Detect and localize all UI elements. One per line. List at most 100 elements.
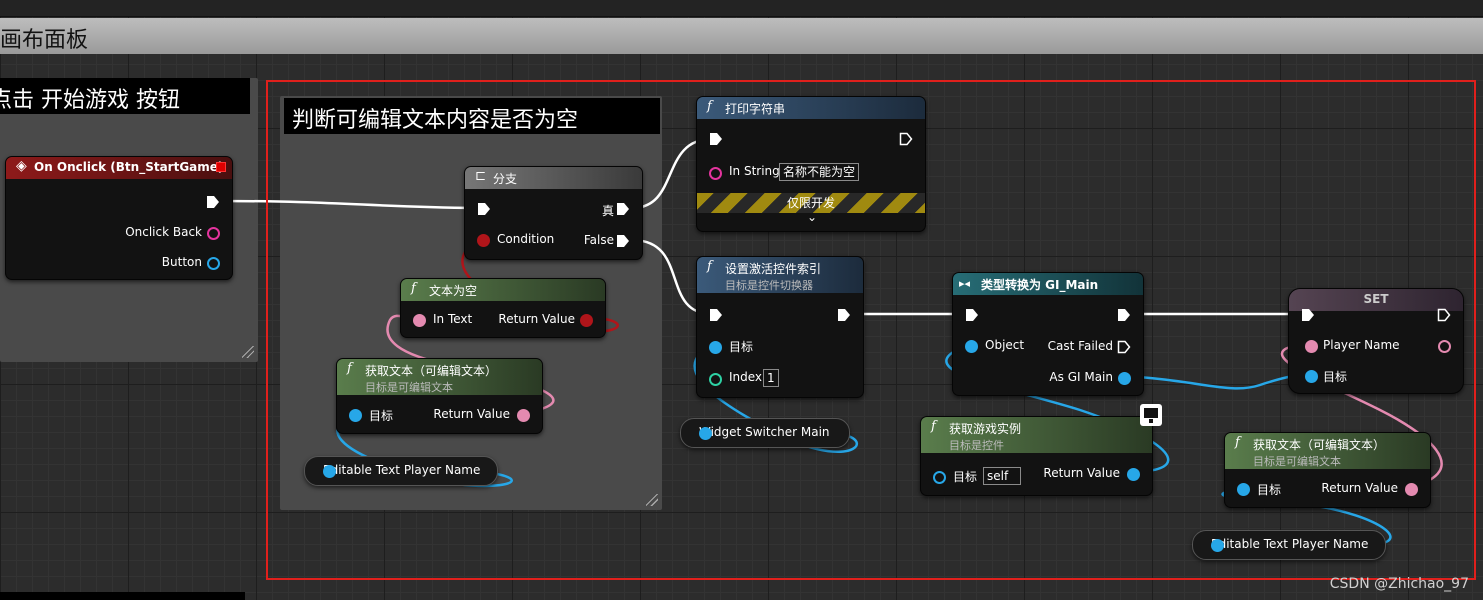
pin-label-cast-failed: Cast Failed <box>1047 339 1113 353</box>
variable-widget-switcher-main[interactable]: Widget Switcher Main <box>680 418 850 448</box>
return-value-pin[interactable] <box>1405 483 1418 496</box>
node-subtitle: 目标是控件 <box>949 439 1004 452</box>
player-name-in-pin[interactable] <box>1305 340 1318 353</box>
print-string-node[interactable]: f 打印字符串 In String 名称不能为空 仅限开发 ⌄ <box>696 96 926 232</box>
get-text-node[interactable]: f 获取文本（可编辑文本） 目标是可编辑文本 目标 Return Value <box>336 358 543 434</box>
watermark: CSDN @Zhichao_97 <box>1329 576 1469 592</box>
node-subtitle: 目标是控件切换器 <box>725 279 813 292</box>
resize-handle[interactable] <box>242 346 254 358</box>
exec-out-pin[interactable] <box>837 308 851 322</box>
node-title: 分支 <box>493 172 518 186</box>
set-active-widget-index-node[interactable]: f 设置激活控件索引 目标是控件切换器 目标 Index 1 <box>696 256 864 398</box>
comment-title-branch[interactable]: 判断可编辑文本内容是否为空 <box>284 98 660 134</box>
node-title: 获取文本（可编辑文本） <box>1253 438 1386 452</box>
return-value-pin[interactable] <box>1127 468 1140 481</box>
pin-label-onclick-back: Onclick Back <box>125 225 202 239</box>
pin-label-true: 真 <box>601 204 614 218</box>
function-icon: f <box>1235 435 1240 450</box>
exec-out-pin[interactable] <box>206 195 220 209</box>
function-icon: f <box>931 419 936 434</box>
top-toolbar-strip <box>0 0 1483 17</box>
button-output-pin[interactable] <box>207 257 220 270</box>
exec-false-pin[interactable] <box>616 234 630 248</box>
target-pin[interactable] <box>709 341 722 354</box>
cast-to-gi-main-node[interactable]: ▸◂ 类型转换为 GI_Main Object Cast Failed As G… <box>952 272 1144 396</box>
resize-handle[interactable] <box>646 494 658 506</box>
event-node-onclick[interactable]: ◈ On Onclick (Btn_StartGame) Onclick Bac… <box>5 156 233 280</box>
node-subtitle: 目标是可编辑文本 <box>365 381 453 394</box>
node-header <box>465 167 642 189</box>
graph-title-bar: 画布面板 <box>0 18 1483 54</box>
development-only-label: 仅限开发 <box>786 196 835 210</box>
node-title: On Onclick (Btn_StartGame) <box>34 160 224 174</box>
pin-label-return: Return Value <box>433 407 510 421</box>
exec-out-pin[interactable] <box>1437 308 1451 322</box>
pin-label-target: 目标 <box>1323 370 1348 384</box>
exec-out-pin[interactable] <box>899 132 913 146</box>
pin-label-in-string: In String <box>729 164 780 178</box>
object-pin[interactable] <box>965 340 978 353</box>
self-field[interactable]: self <box>983 467 1021 485</box>
get-game-instance-node[interactable]: f 获取游戏实例 目标是控件 目标 self Return Value <box>920 416 1153 496</box>
variable-editable-text-player-name[interactable]: Editable Text Player Name <box>1192 530 1386 560</box>
variable-editable-text-player-name[interactable]: Editable Text Player Name <box>304 456 498 486</box>
pin-label-player-name: Player Name <box>1323 338 1400 352</box>
target-pin[interactable] <box>1305 370 1318 383</box>
node-title: 获取文本（可编辑文本） <box>365 364 498 378</box>
in-string-field[interactable]: 名称不能为空 <box>779 163 860 181</box>
node-title: 文本为空 <box>429 284 478 298</box>
return-value-pin[interactable] <box>517 409 530 422</box>
text-is-empty-node[interactable]: f 文本为空 In Text Return Value <box>400 278 606 338</box>
index-pin[interactable] <box>709 373 722 386</box>
variable-label: Editable Text Player Name <box>1211 537 1369 551</box>
bottom-comment-strip <box>0 592 245 600</box>
pin-label-condition: Condition <box>497 232 555 246</box>
chevron-down-icon[interactable]: ⌄ <box>807 210 817 224</box>
graph-title: 画布面板 <box>0 28 89 53</box>
pin-label-return: Return Value <box>1043 466 1120 480</box>
target-pin[interactable] <box>933 471 946 484</box>
branch-icon: ⊏ <box>475 169 487 184</box>
exec-in-pin[interactable] <box>1301 308 1315 322</box>
pin-label-target: 目标 <box>1257 483 1282 497</box>
in-string-pin[interactable] <box>709 167 722 180</box>
pin-label-return: Return Value <box>1321 481 1398 495</box>
node-title: 获取游戏实例 <box>949 422 1022 436</box>
node-subtitle: 目标是可编辑文本 <box>1253 455 1341 468</box>
pin-label-false: False <box>583 233 614 247</box>
pin-label-target: 目标 <box>729 340 754 354</box>
return-value-pin[interactable] <box>580 314 593 327</box>
exec-in-pin[interactable] <box>477 202 491 216</box>
delegate-pin[interactable] <box>207 227 220 240</box>
branch-node[interactable]: ⊏ 分支 真 Condition False <box>464 166 643 260</box>
target-pin[interactable] <box>349 409 362 422</box>
index-field[interactable]: 1 <box>763 369 779 387</box>
target-pin[interactable] <box>1237 483 1250 496</box>
node-title: 设置激活控件索引 <box>725 262 822 276</box>
pin-label-return: Return Value <box>498 312 575 326</box>
as-gi-main-pin[interactable] <box>1118 372 1131 385</box>
set-player-name-node[interactable]: SET Player Name 目标 <box>1288 288 1464 394</box>
node-title: SET <box>1363 292 1389 306</box>
variable-output-pin[interactable] <box>1211 539 1224 552</box>
variable-output-pin[interactable] <box>323 465 336 478</box>
pin-label-target: 目标 <box>369 409 394 423</box>
player-name-out-pin[interactable] <box>1438 340 1451 353</box>
delegate-square-icon[interactable] <box>216 162 226 172</box>
exec-in-pin[interactable] <box>965 308 979 322</box>
exec-in-pin[interactable] <box>709 308 723 322</box>
exec-true-pin[interactable] <box>616 202 630 216</box>
pin-label-as-gi-main: As GI Main <box>1049 370 1113 384</box>
in-text-pin[interactable] <box>413 314 426 327</box>
variable-output-pin[interactable] <box>699 427 712 440</box>
exec-cast-failed-pin[interactable] <box>1117 340 1131 354</box>
comment-title-event[interactable]: 点击 开始游戏 按钮 <box>0 78 250 114</box>
variable-label: Editable Text Player Name <box>323 463 481 477</box>
condition-pin[interactable] <box>477 234 490 247</box>
cast-icon: ▸◂ <box>959 277 971 290</box>
function-icon: f <box>707 99 712 114</box>
get-text-node[interactable]: f 获取文本（可编辑文本） 目标是可编辑文本 目标 Return Value <box>1224 432 1431 508</box>
exec-in-pin[interactable] <box>709 132 723 146</box>
exec-out-pin[interactable] <box>1117 308 1131 322</box>
event-diamond-icon: ◈ <box>16 158 27 174</box>
